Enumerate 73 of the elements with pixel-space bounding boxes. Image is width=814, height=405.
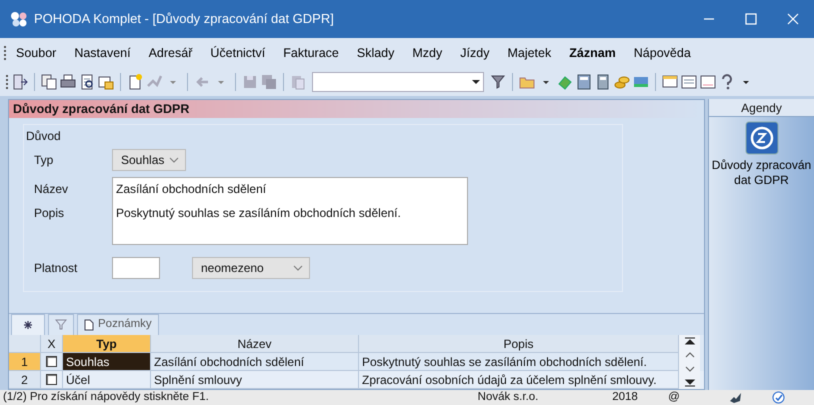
window-icon[interactable] — [662, 74, 678, 90]
chevron-icon — [169, 156, 179, 164]
preview-icon[interactable] — [79, 74, 95, 90]
status-text: (1/2) Pro získání nápovědy stiskněte F1. — [2, 390, 210, 405]
print-icon[interactable] — [60, 74, 76, 90]
menu-item[interactable]: Nastavení — [65, 44, 140, 62]
copy-icon[interactable] — [41, 74, 57, 90]
field-label: Typ — [34, 152, 54, 169]
check-circle-icon — [772, 391, 785, 404]
form-icon[interactable] — [700, 74, 716, 90]
menu-item[interactable]: Účetnictví — [201, 44, 274, 62]
asterisk-icon — [24, 321, 32, 329]
group-title: Důvod — [26, 128, 61, 145]
calculator-icon[interactable] — [595, 74, 611, 90]
status-text: Novák s.r.o. — [476, 390, 540, 405]
validity-select[interactable]: neomezeno — [192, 257, 310, 279]
chevron-icon — [293, 264, 303, 272]
new-record-icon[interactable] — [127, 74, 143, 90]
panel-title: Agendy — [709, 99, 814, 117]
date-field[interactable] — [112, 257, 160, 279]
filter-icon[interactable] — [490, 74, 506, 90]
app-logo-icon — [10, 11, 28, 27]
caret-icon — [472, 80, 480, 84]
row-number[interactable]: 2 — [9, 371, 41, 389]
menu-item[interactable]: Adresář — [140, 44, 202, 62]
grip-icon — [6, 75, 9, 89]
column-header[interactable]: Název — [151, 335, 359, 353]
checkbox[interactable] — [46, 356, 57, 367]
tab[interactable]: Poznámky — [77, 314, 159, 335]
filter-icon — [55, 319, 67, 331]
status-text: @ — [667, 390, 681, 405]
text-area[interactable]: Zasílání obchodních sdělení Poskytnutý souhlas se zasíláním obchodních sdělení. — [112, 177, 468, 245]
menu-item[interactable]: Jízdy — [451, 44, 498, 62]
scroll-bottom-icon — [684, 378, 696, 387]
row-number[interactable]: 1 — [9, 353, 41, 371]
maximize-icon — [745, 13, 757, 25]
agenda-item[interactable]: Důvody zpracován dat GDPR — [709, 117, 814, 192]
column-header[interactable]: Popis — [359, 335, 679, 353]
grip-icon — [4, 46, 7, 60]
mail-icon[interactable] — [98, 74, 114, 90]
scrollbar[interactable] — [679, 335, 700, 389]
agenda-icon — [744, 121, 778, 155]
list-icon[interactable] — [681, 74, 697, 90]
field-label: Název — [34, 181, 70, 198]
menu-item[interactable]: Nápověda — [624, 44, 700, 62]
exit-icon[interactable] — [12, 74, 28, 90]
menu-item[interactable]: Sklady — [348, 44, 404, 62]
help-icon[interactable] — [719, 74, 735, 90]
column-header[interactable]: Typ — [63, 335, 151, 353]
menu-item[interactable]: Soubor — [7, 44, 66, 62]
menu-item[interactable]: Mzdy — [403, 44, 452, 62]
column-header[interactable]: X — [41, 335, 63, 353]
table-cell: Splnění smlouvy — [151, 371, 359, 389]
scroll-top-icon — [684, 337, 696, 345]
table-cell: Účel — [63, 371, 151, 389]
field-label: Popis — [34, 205, 66, 222]
menu-item[interactable]: Záznam — [560, 44, 625, 62]
field-label: Platnost — [34, 260, 78, 277]
scroll-up-icon — [684, 352, 694, 358]
status-text: 2018 — [611, 390, 639, 405]
tab[interactable] — [11, 314, 45, 335]
calculator-icon[interactable] — [576, 74, 592, 90]
menu-item[interactable]: Fakturace — [274, 44, 348, 62]
checkbox[interactable] — [46, 374, 57, 385]
scroll-down-icon — [684, 366, 694, 372]
close-icon — [787, 13, 799, 25]
menu-item[interactable]: Majetek — [498, 44, 560, 62]
table-cell: Souhlas — [63, 353, 151, 371]
window-title: POHODA Komplet - [Důvody zpracování dat GDPR] — [34, 10, 334, 28]
page-icon — [84, 319, 94, 331]
type-select[interactable]: Souhlas — [112, 149, 186, 171]
table-cell: Zpracování osobních údajů za účelem splnění smlouvy. — [359, 371, 679, 389]
bank-card-icon[interactable] — [633, 74, 649, 90]
